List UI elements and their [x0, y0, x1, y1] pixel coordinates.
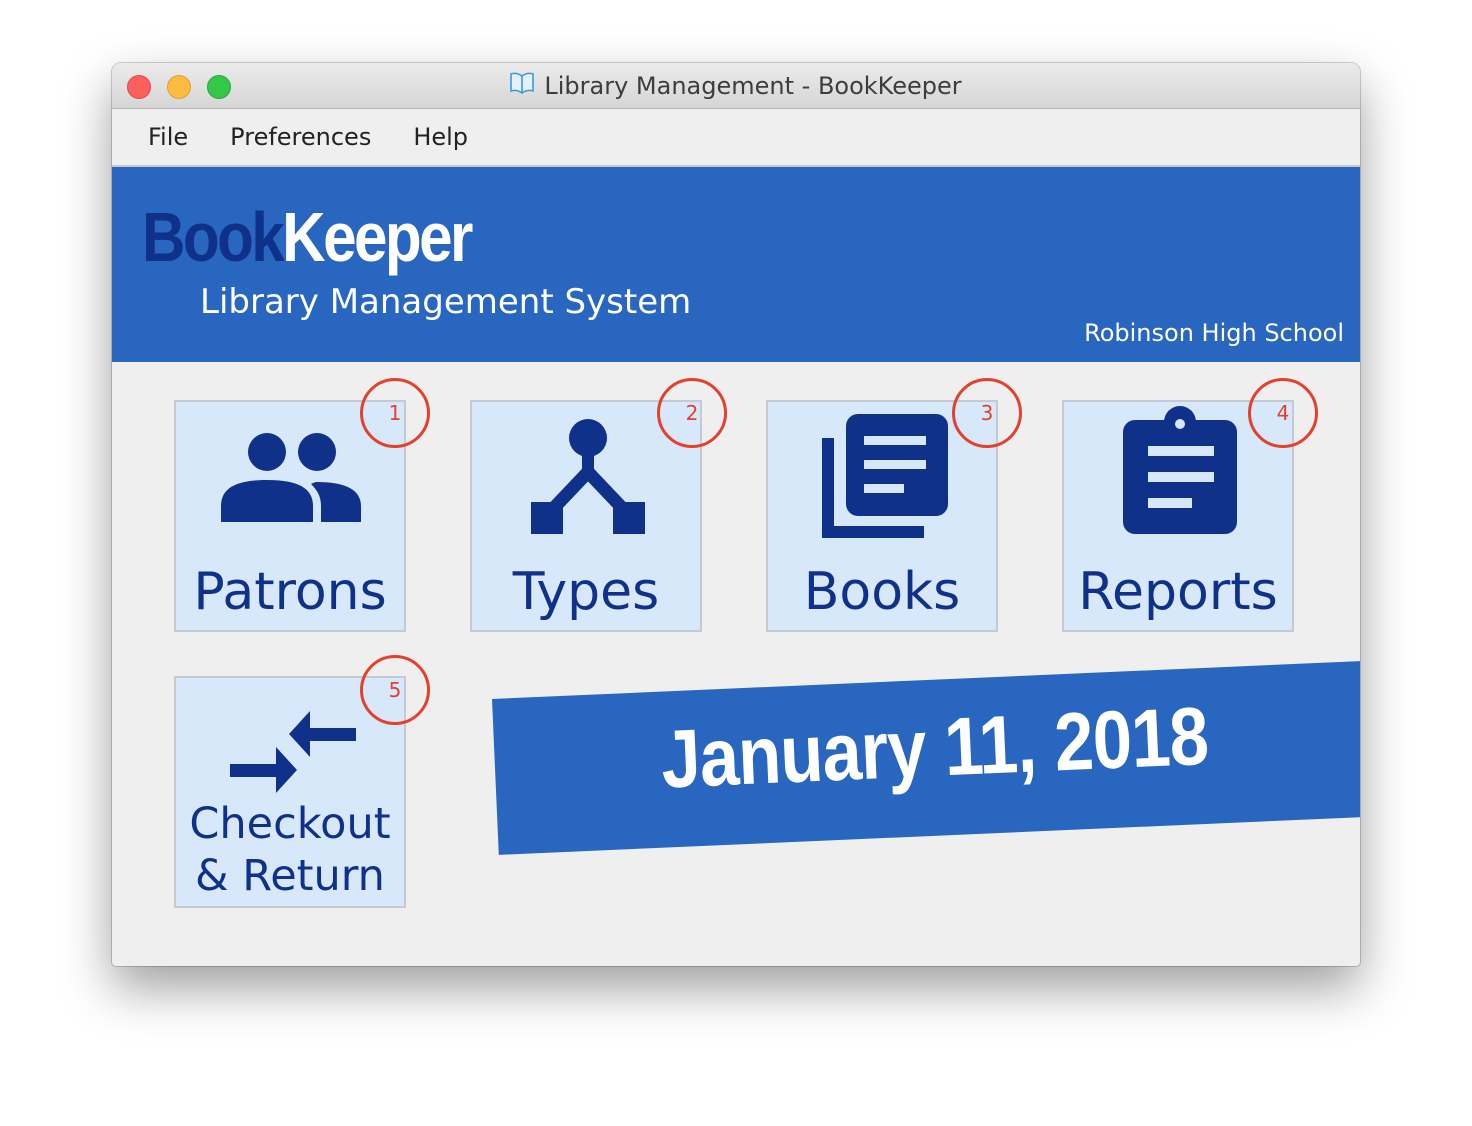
books-label: Books [803, 562, 961, 622]
types-label: Types [512, 562, 660, 622]
open-book-icon [510, 72, 535, 100]
app-window: Library Management - BookKeeper File Pre… [112, 63, 1360, 966]
menu-preferences[interactable]: Preferences [230, 123, 371, 151]
app-logo: BookKeeper [142, 202, 473, 272]
patrons-label: Patrons [193, 562, 387, 622]
app-header: BookKeeper Library Management System Rob… [112, 167, 1360, 362]
app-subtitle: Library Management System [200, 282, 692, 322]
menu-file[interactable]: File [148, 123, 188, 151]
logo-book-text: Book [142, 198, 285, 276]
menu-help[interactable]: Help [413, 123, 468, 151]
reports-label: Reports [1078, 562, 1278, 622]
badge-3: 3 [952, 378, 1022, 448]
badge-4: 4 [1248, 378, 1318, 448]
menu-bar: File Preferences Help [112, 109, 1360, 167]
title-bar[interactable]: Library Management - BookKeeper [112, 63, 1360, 109]
date-banner: January 11, 2018 [492, 660, 1360, 855]
checkout-label-line2: & Return [195, 851, 385, 901]
logo-keeper-text: Keeper [282, 198, 473, 276]
badge-5: 5 [360, 655, 430, 725]
checkout-label-line1: Checkout [189, 799, 391, 849]
school-name: Robinson High School [1084, 319, 1344, 347]
badge-1: 1 [360, 378, 430, 448]
badge-2: 2 [657, 378, 727, 448]
checkout-return-label: Checkout & Return [176, 798, 404, 902]
window-title: Library Management - BookKeeper [544, 71, 962, 100]
current-date: January 11, 2018 [659, 690, 1210, 806]
